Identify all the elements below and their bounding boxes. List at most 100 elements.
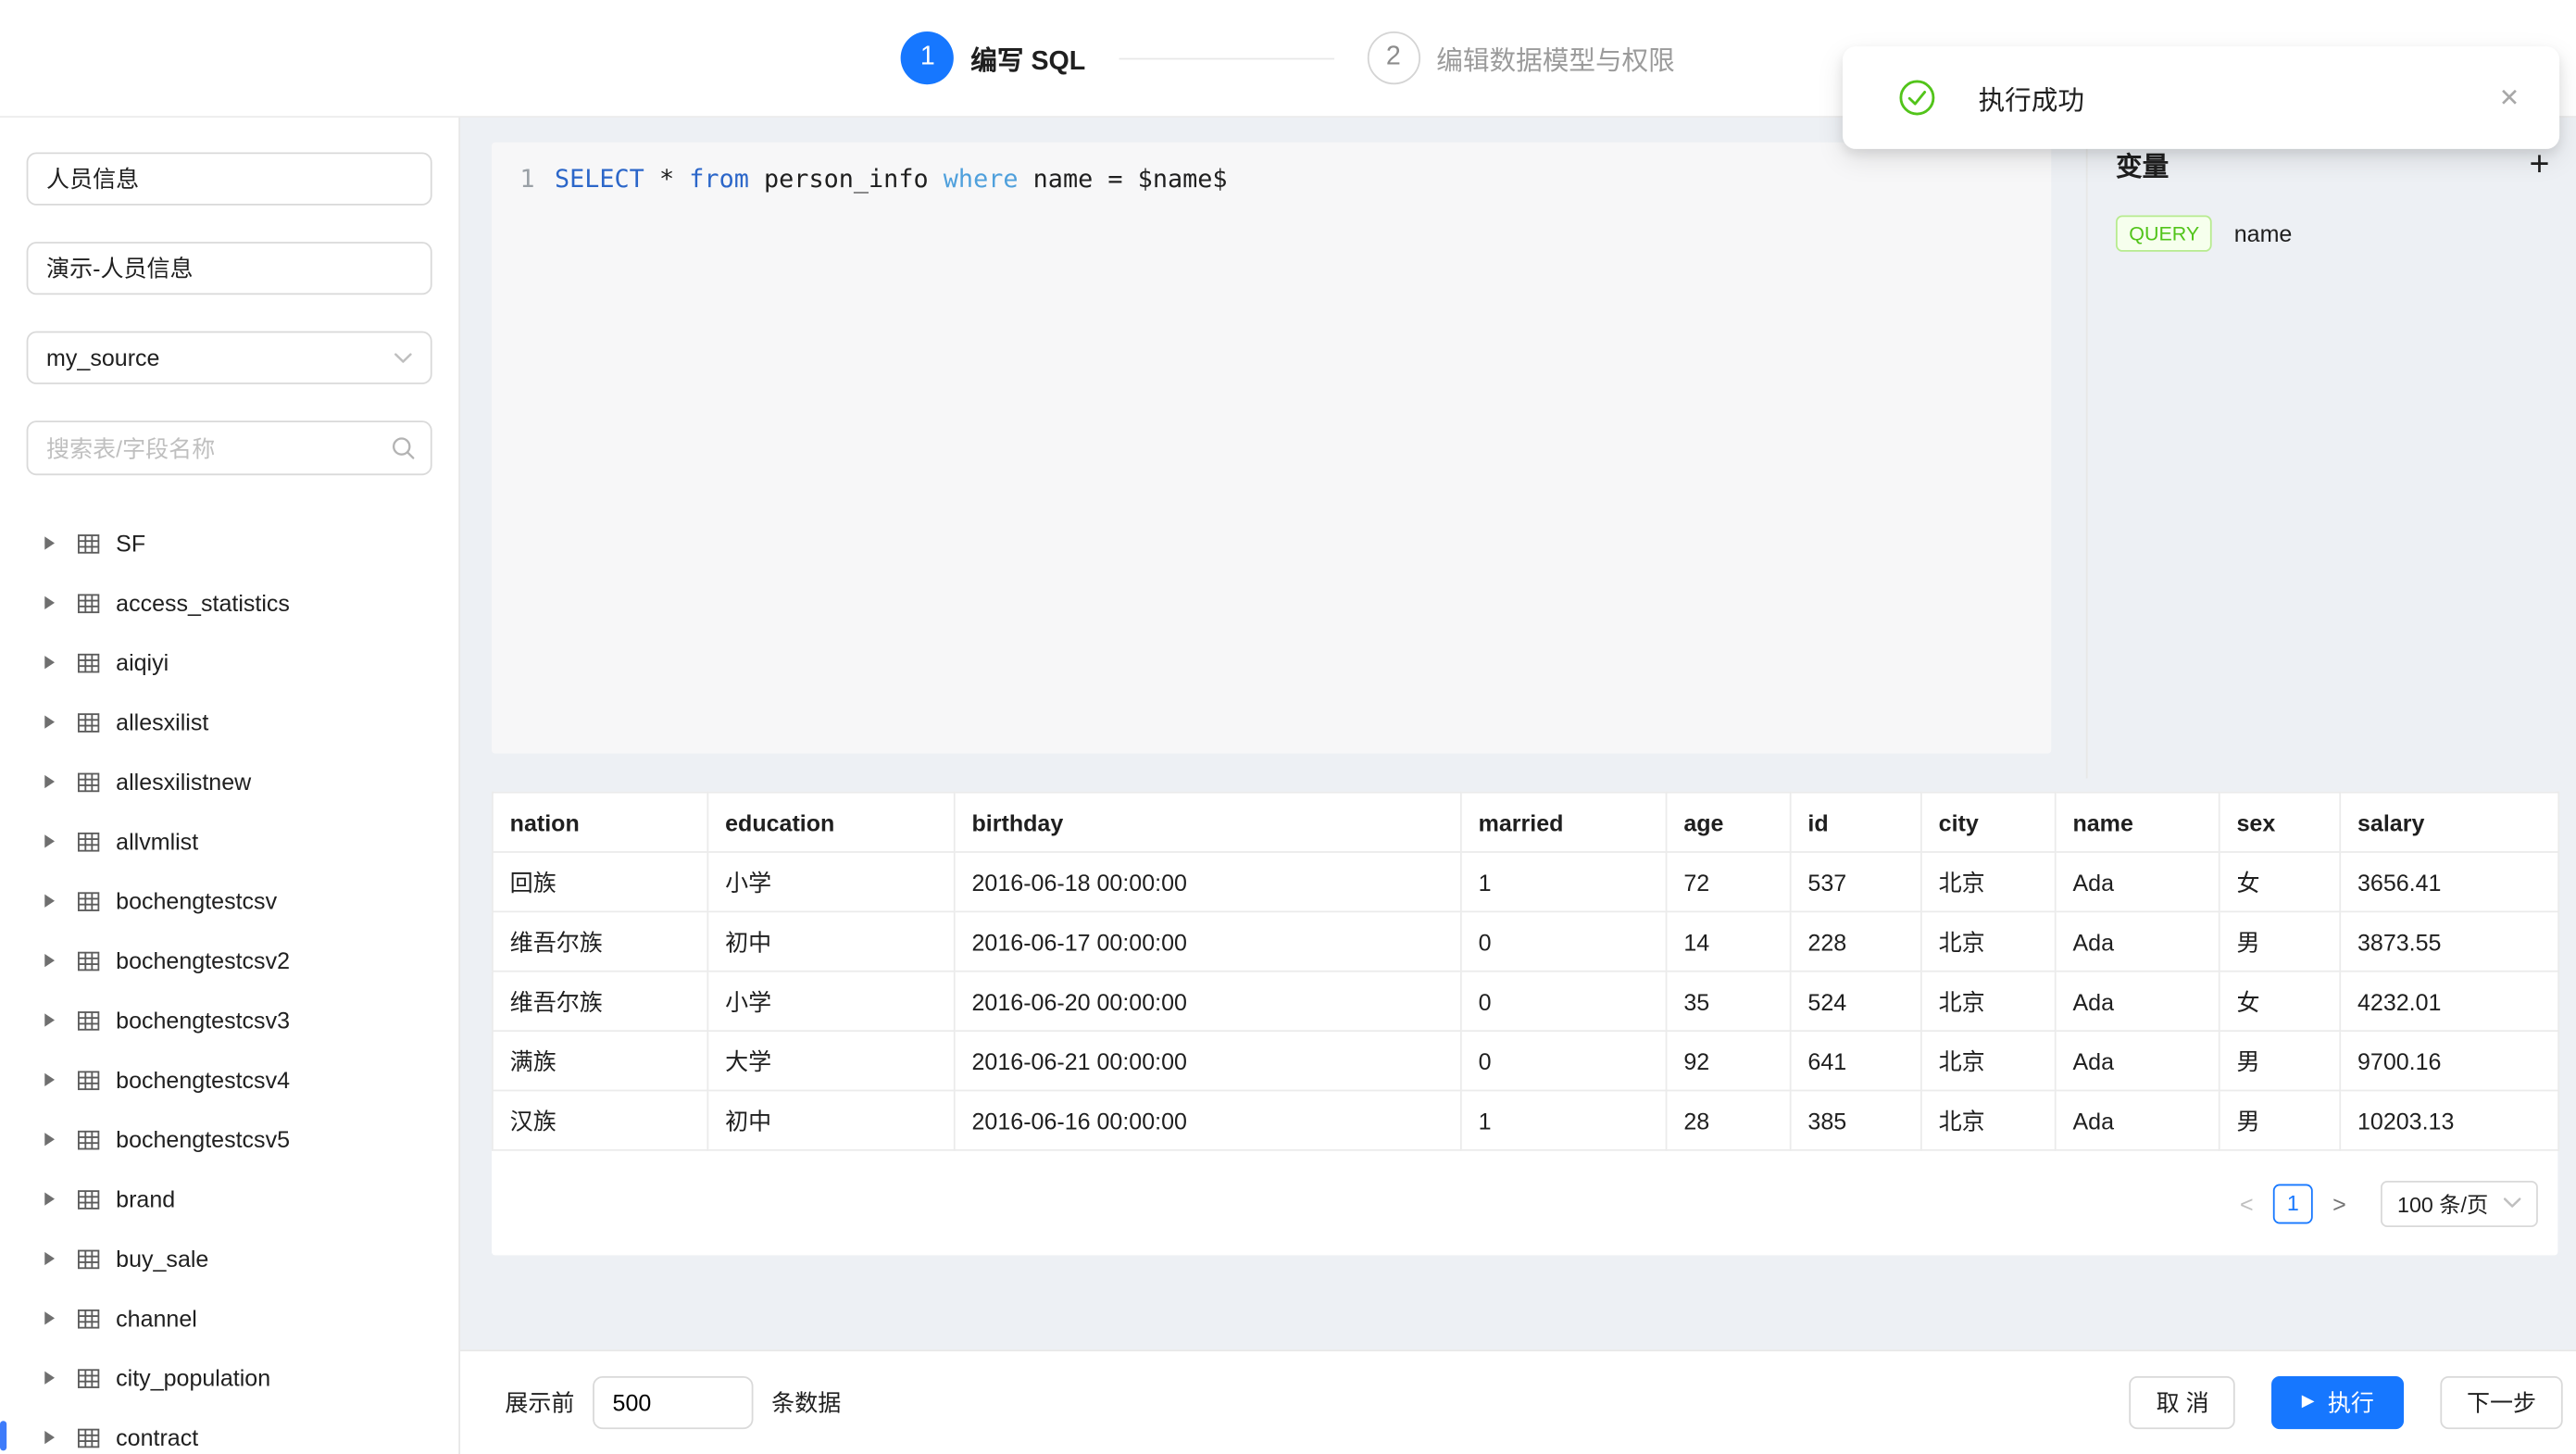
pagination: < 1 > 100 条/页 <box>492 1151 2557 1256</box>
table-cell: 228 <box>1791 911 1921 971</box>
step-2-label: 编辑数据模型与权限 <box>1436 38 1674 78</box>
column-header: birthday <box>955 793 1461 852</box>
table-cell: 3873.55 <box>2340 911 2558 971</box>
table-tree-item-allvmlist[interactable]: allvmlist <box>27 811 432 871</box>
table-cell: 北京 <box>1921 911 2056 971</box>
variables-panel: 变量 + QUERYname <box>2086 118 2576 778</box>
table-cell: 北京 <box>1921 1031 2056 1090</box>
table-tree-item-access_statistics[interactable]: access_statistics <box>27 573 432 633</box>
expand-caret-icon[interactable] <box>44 1192 55 1205</box>
column-header: age <box>1667 793 1791 852</box>
table-cell: 1 <box>1461 852 1667 911</box>
table-tree-item-bochengtestcsv[interactable]: bochengtestcsv <box>27 871 432 931</box>
row-limit-input[interactable] <box>593 1376 753 1429</box>
table-tree-item-channel[interactable]: channel <box>27 1288 432 1347</box>
expand-caret-icon[interactable] <box>44 775 55 788</box>
table-tree-item-city_population[interactable]: city_population <box>27 1348 432 1408</box>
expand-caret-icon[interactable] <box>44 1133 55 1146</box>
table-cell: 92 <box>1667 1031 1791 1090</box>
step-2-edit-model[interactable]: 2 编辑数据模型与权限 <box>1367 31 1675 84</box>
next-page-button[interactable]: > <box>2321 1190 2357 1217</box>
table-search-input[interactable] <box>27 420 432 475</box>
step-1-write-sql[interactable]: 1 编写 SQL <box>901 31 1085 84</box>
table-cell: 初中 <box>707 911 954 971</box>
table-row: 维吾尔族初中2016-06-17 00:00:00014228北京Ada男387… <box>493 911 2558 971</box>
expand-caret-icon[interactable] <box>44 1013 55 1026</box>
current-page-button[interactable]: 1 <box>2273 1184 2313 1223</box>
table-tree-item-allesxilist[interactable]: allesxilist <box>27 692 432 751</box>
sql-editor[interactable]: 1 SELECT * from person_info where name =… <box>492 143 2051 754</box>
table-row: 维吾尔族小学2016-06-20 00:00:00035524北京Ada女423… <box>493 971 2558 1031</box>
column-header: married <box>1461 793 1667 852</box>
results-table: nationeducationbirthdaymarriedageidcityn… <box>492 792 2559 1151</box>
sidebar-scrollbar-thumb[interactable] <box>0 1421 6 1450</box>
table-row: 汉族初中2016-06-16 00:00:00128385北京Ada男10203… <box>493 1090 2558 1149</box>
table-cell: 女 <box>2220 852 2341 911</box>
sql-code-line: 1 SELECT * from person_info where name =… <box>492 162 2051 197</box>
cancel-button[interactable]: 取 消 <box>2130 1376 2235 1429</box>
table-cell: 10203.13 <box>2340 1090 2558 1149</box>
table-cell: 14 <box>1667 911 1791 971</box>
table-tree-item-bochengtestcsv5[interactable]: bochengtestcsv5 <box>27 1109 432 1169</box>
table-cell: 0 <box>1461 971 1667 1031</box>
table-cell: Ada <box>2056 852 2220 911</box>
expand-caret-icon[interactable] <box>44 656 55 669</box>
table-tree-item-SF[interactable]: SF <box>27 513 432 572</box>
expand-caret-icon[interactable] <box>44 715 55 728</box>
step-1-label: 编写 SQL <box>970 38 1085 78</box>
table-row: 回族小学2016-06-18 00:00:00172537北京Ada女3656.… <box>493 852 2558 911</box>
page-size-select[interactable]: 100 条/页 <box>2381 1180 2538 1226</box>
table-tree-item-brand[interactable]: brand <box>27 1169 432 1228</box>
next-step-button[interactable]: 下一步 <box>2440 1376 2562 1429</box>
table-cell: 维吾尔族 <box>493 971 707 1031</box>
expand-caret-icon[interactable] <box>44 1311 55 1324</box>
expand-caret-icon[interactable] <box>44 536 55 549</box>
table-tree-item-contract[interactable]: contract <box>27 1408 432 1454</box>
table-icon <box>76 1127 101 1152</box>
table-cell: 小学 <box>707 971 954 1031</box>
expand-caret-icon[interactable] <box>44 1431 55 1444</box>
column-header: id <box>1791 793 1921 852</box>
table-tree-item-aiqiyi[interactable]: aiqiyi <box>27 633 432 692</box>
table-name: SF <box>116 530 145 557</box>
table-cell: Ada <box>2056 1090 2220 1149</box>
table-icon <box>76 1067 101 1092</box>
table-tree-item-bochengtestcsv4[interactable]: bochengtestcsv4 <box>27 1050 432 1109</box>
table-cell: 2016-06-16 00:00:00 <box>955 1090 1461 1149</box>
table-name: allvmlist <box>116 828 198 855</box>
table-tree-item-bochengtestcsv2[interactable]: bochengtestcsv2 <box>27 931 432 990</box>
table-cell: 0 <box>1461 1031 1667 1090</box>
table-cell: 汉族 <box>493 1090 707 1149</box>
expand-caret-icon[interactable] <box>44 834 55 847</box>
table-name: bochengtestcsv <box>116 887 277 914</box>
expand-caret-icon[interactable] <box>44 954 55 967</box>
expand-caret-icon[interactable] <box>44 596 55 609</box>
execute-button[interactable]: ▶ 执行 <box>2272 1376 2405 1429</box>
variable-item[interactable]: QUERYname <box>2116 215 2549 251</box>
table-icon <box>76 1425 101 1450</box>
table-cell: Ada <box>2056 971 2220 1031</box>
table-tree-item-allesxilistnew[interactable]: allesxilistnew <box>27 752 432 811</box>
expand-caret-icon[interactable] <box>44 1252 55 1265</box>
sql-token: from <box>689 164 749 194</box>
prev-page-button[interactable]: < <box>2229 1190 2265 1217</box>
chevron-down-icon <box>394 352 413 364</box>
dataset-name-input[interactable] <box>27 153 432 206</box>
expand-caret-icon[interactable] <box>44 895 55 908</box>
table-tree-item-buy_sale[interactable]: buy_sale <box>27 1229 432 1288</box>
step-2-number: 2 <box>1367 31 1419 84</box>
table-cell: 北京 <box>1921 1090 2056 1149</box>
table-cell: 男 <box>2220 1031 2341 1090</box>
add-variable-button[interactable]: + <box>2529 146 2549 182</box>
datasource-select[interactable]: my_source <box>27 332 432 384</box>
table-name: buy_sale <box>116 1246 208 1272</box>
table-cell: 9700.16 <box>2340 1031 2558 1090</box>
table-name: brand <box>116 1185 175 1212</box>
expand-caret-icon[interactable] <box>44 1372 55 1385</box>
dataset-display-name-input[interactable] <box>27 242 432 295</box>
close-icon[interactable]: ✕ <box>2499 85 2520 110</box>
table-tree-item-bochengtestcsv3[interactable]: bochengtestcsv3 <box>27 990 432 1049</box>
table-cell: 537 <box>1791 852 1921 911</box>
expand-caret-icon[interactable] <box>44 1073 55 1086</box>
table-cell: 2016-06-20 00:00:00 <box>955 971 1461 1031</box>
